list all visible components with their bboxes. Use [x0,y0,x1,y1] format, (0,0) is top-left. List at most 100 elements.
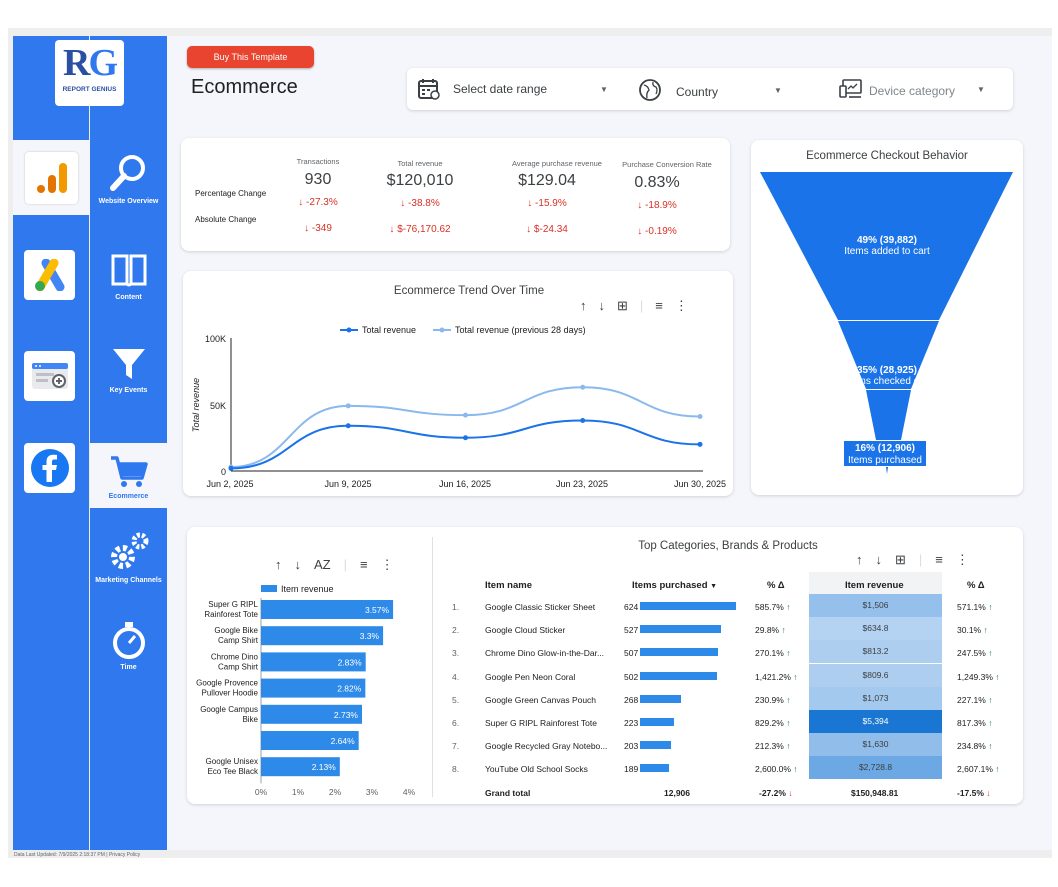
more-vert-icon[interactable]: ⋮ [956,552,969,568]
funnel-stage-pct: 16% (12,906) [854,443,916,454]
kpi-abs-change: ↓ $-76,170.62 [389,224,451,235]
nav-website-overview[interactable]: Website Overview [90,152,167,205]
pct2-value: 1,249.3% [957,671,993,682]
grand-total-qty: 12,906 [664,788,690,798]
funnel-icon [112,349,145,379]
row-index: 6. [452,718,460,728]
x-tick-label: 3% [366,787,379,797]
col-header-item-revenue[interactable]: Item revenue [845,580,904,591]
item-revenue-cell: $2,728.8 [809,756,942,780]
x-tick-label: Jun 9, 2025 [324,479,371,489]
arrow-up-icon: ↑ [985,694,993,705]
row-index: 3. [452,648,460,659]
funnel-stage-purchase[interactable] [866,390,911,440]
item-name: Google Pen Neon Coral [485,671,576,682]
chart-options-icon[interactable]: ⊞ [895,552,906,568]
kpi-pct-change: ↓ -15.9% [527,198,567,209]
col-header-items-purchased[interactable]: Items purchased ▼ [632,580,717,591]
bar-category-label: Eco Tee Black [207,767,259,776]
filter-icon[interactable]: ≡ [935,552,943,568]
facebook-icon[interactable] [24,443,75,493]
book-icon [111,254,146,287]
data-point[interactable] [697,413,703,419]
bar-value-label: 2.13% [312,762,337,772]
data-point[interactable] [580,384,586,390]
nav-content[interactable]: Content [90,250,167,301]
data-point[interactable] [345,403,351,409]
sort-az-icon[interactable]: A͏Z [314,557,331,573]
filter-icon[interactable]: ≡ [360,557,368,573]
footer-note[interactable]: Data Last Updated: 7/9/2025 2:18:37 PM |… [14,852,140,858]
col-header-item-name[interactable]: Item name [485,580,532,591]
arrow-up-icon: ↑ [779,625,786,636]
arrow-up-icon[interactable]: ↑ [275,557,282,573]
google-analytics-icon[interactable] [13,140,90,215]
pct2-value: 227.1% [957,694,986,705]
data-point[interactable] [463,412,468,418]
arrow-up-icon[interactable]: ↑ [856,552,863,568]
arrow-up-icon: ↑ [790,764,798,775]
gears-icon [110,532,148,569]
kpi-label: Purchase Conversion Rate [622,160,712,169]
series-line[interactable] [230,419,701,470]
items-purchased: 507 [624,648,639,659]
arrow-up-icon: ↑ [981,625,988,636]
kpi-label: Average purchase revenue [512,159,602,168]
arrow-up-icon: ↑ [790,671,798,682]
x-tick-label: Jun 2, 2025 [206,479,253,489]
nav-time[interactable]: Time [90,620,167,671]
kpi-value: 0.83% [634,174,680,191]
country-filter[interactable]: Country ▼ [639,79,789,101]
bar-value-label: 2.83% [338,657,363,667]
kpi-pct-value: -27.3% [306,197,338,208]
date-range-label: Select date range [453,82,548,96]
cart-icon [110,456,148,487]
logo-sub: REPORT GENIUS [62,86,117,93]
nav-ecommerce[interactable]: Ecommerce [90,443,167,508]
pct-value: 829.2% [755,718,784,728]
data-point[interactable] [345,423,351,429]
legend-label: Total revenue [362,325,416,335]
legend-marker [346,327,352,333]
sort-desc-icon: ▼ [710,583,718,590]
buy-template-button[interactable]: Buy This Template [187,46,314,68]
purchased-bar [640,625,722,634]
arrow-up-icon: ↑ [992,671,1000,682]
row-index: 5. [452,694,460,705]
date-range-filter[interactable]: Select date range ▼ [417,78,608,100]
more-vert-icon[interactable]: ⋮ [381,557,394,573]
device-category-filter[interactable]: Device category ▼ [839,78,989,100]
table-toolbar: ↑ ↓ ⊞ | ≡ ⋮ [856,552,969,568]
bar-category-label: Camp Shirt [218,636,259,645]
pct-change-rev: 227.1% ↑ [957,695,992,705]
data-point[interactable] [697,441,703,447]
data-point[interactable] [463,435,468,441]
filter-bar: Select date range ▼ Country ▼ Device cat… [407,68,1013,110]
table-title: Top Categories, Brands & Products [638,540,818,552]
google-ads-icon[interactable] [24,250,75,300]
legend-swatch [261,585,277,592]
pct2-value: 234.8% [957,741,986,752]
trend-series-group [228,384,703,471]
nav-marketing-channels[interactable]: Marketing Channels [90,531,167,584]
bar-category-label: Chrome Dino [211,652,259,661]
arrow-down-icon[interactable]: ↓ [876,552,883,568]
data-point[interactable] [580,417,586,423]
arrow-down-icon: ↓ [788,788,793,798]
kpi-pct-value: -38.8% [408,198,440,209]
item-revenue-bar-chart: Item revenue 3.57% Super G RIPLRainforest… [196,584,415,797]
toolbar-divider: | [918,552,923,567]
nav-label: Marketing Channels [95,577,162,584]
arrow-down-icon[interactable]: ↓ [295,557,302,573]
data-point[interactable] [228,465,234,471]
items-purchased: 223 [624,718,639,728]
col-header-pct-change[interactable]: % Δ [767,580,785,591]
nav-key-events[interactable]: Key Events [90,347,167,394]
items-purchased: 203 [624,741,639,752]
arrow-up-icon: ↑ [783,694,791,705]
report-genius-logo[interactable]: RG REPORT GENIUS [55,40,124,106]
x-tick-label: Jun 23, 2025 [556,479,608,489]
funnel-chart [760,172,1013,474]
col-header-pct-change-rev[interactable]: % Δ [967,580,985,591]
search-console-icon[interactable] [24,351,75,401]
